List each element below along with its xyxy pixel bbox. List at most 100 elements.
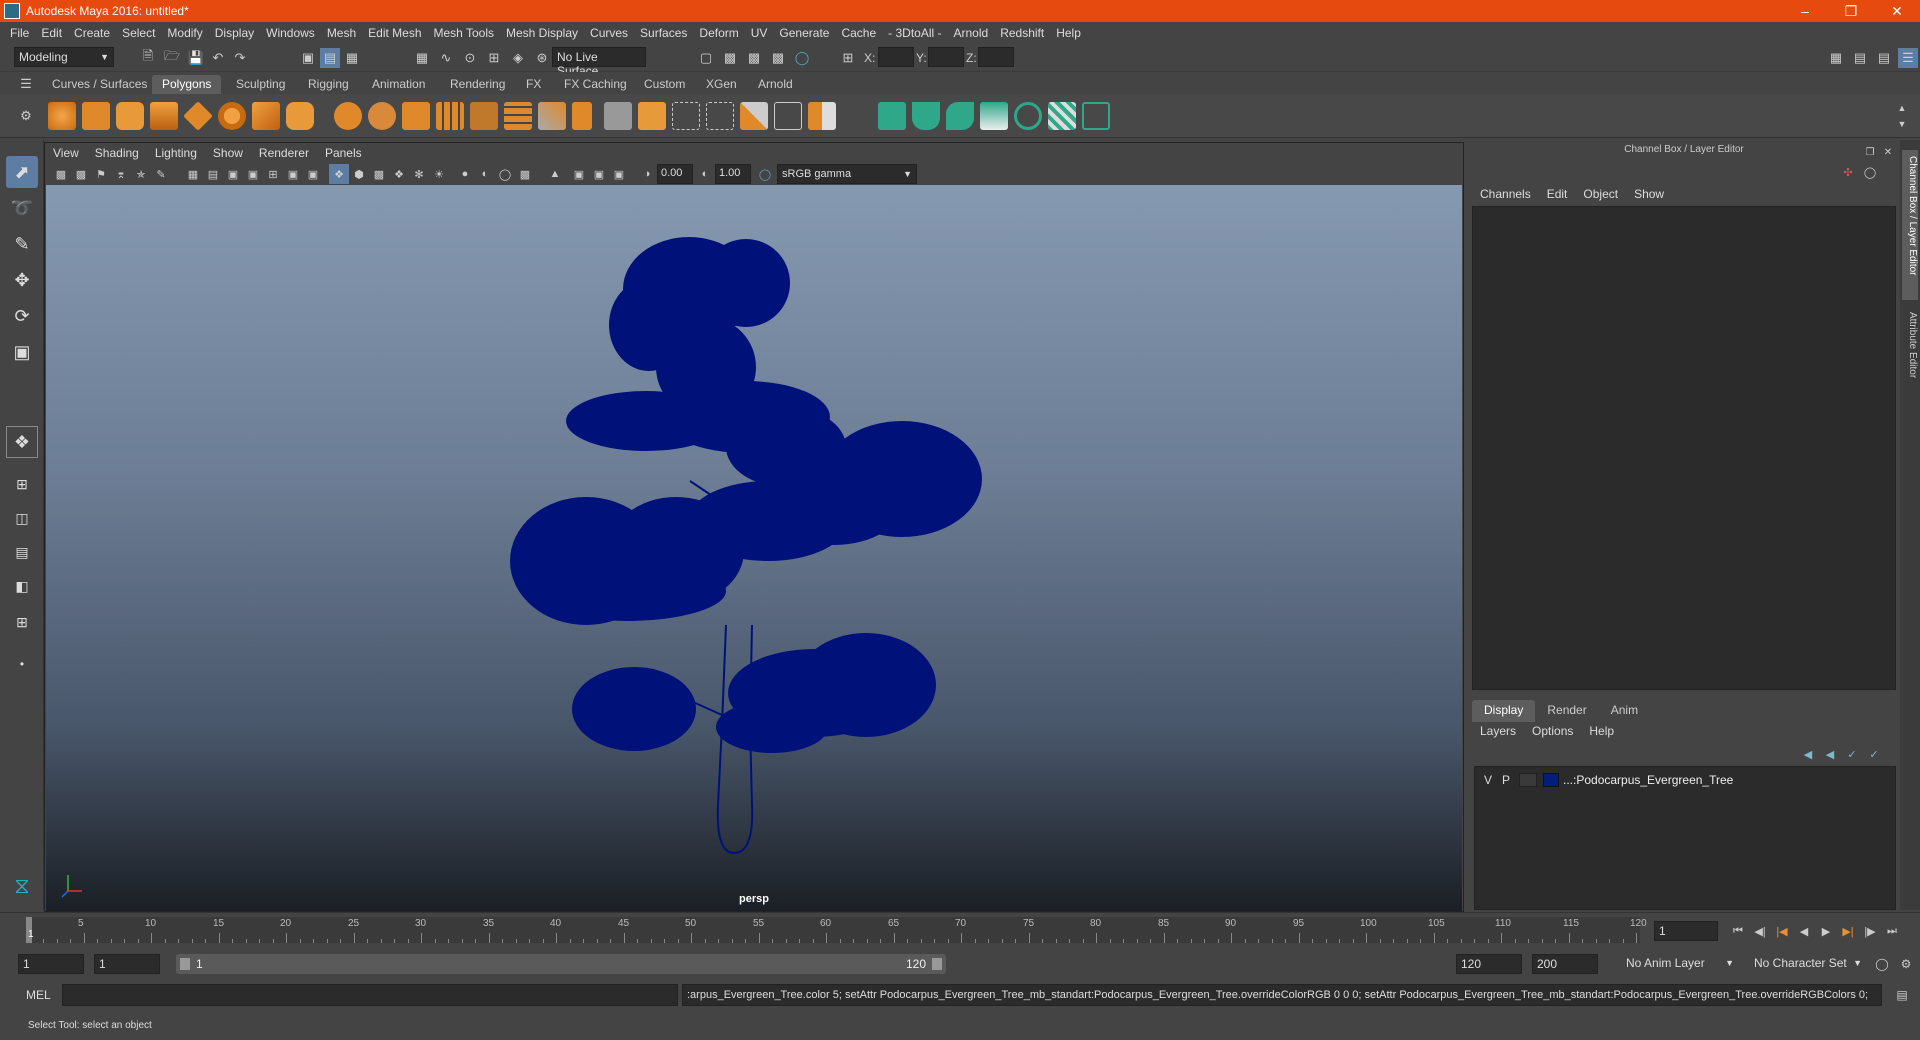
close-panel-icon[interactable]: ✕: [1878, 142, 1898, 162]
shelf-tab-polygons[interactable]: Polygons: [152, 75, 222, 94]
panel-menu-shading[interactable]: Shading: [95, 146, 139, 160]
gamma-field[interactable]: 1.00: [715, 164, 751, 184]
layer-menu-options[interactable]: Options: [1532, 724, 1573, 738]
multi-cut-icon[interactable]: [604, 102, 632, 130]
merge-icon[interactable]: [740, 102, 768, 130]
layer-menu-help[interactable]: Help: [1589, 724, 1614, 738]
poly-pyramid-icon[interactable]: [252, 102, 280, 130]
animation-start-field[interactable]: 1: [18, 954, 84, 974]
maximize-icon[interactable]: ❐: [1828, 0, 1874, 22]
layer-name[interactable]: ...:Podocarpus_Evergreen_Tree: [1563, 773, 1733, 787]
camera-attributes-icon[interactable]: ▩: [71, 164, 91, 184]
viewport-3d[interactable]: persp: [46, 185, 1462, 911]
snap-point-icon[interactable]: ⊙: [460, 48, 480, 68]
step-back-key-icon[interactable]: |◀: [1772, 921, 1792, 941]
cb-menu-channels[interactable]: Channels: [1480, 187, 1531, 201]
range-end-handle[interactable]: [932, 958, 942, 970]
hypershade-icon[interactable]: ◯: [792, 48, 812, 68]
step-forward-frame-icon[interactable]: |▶: [1860, 921, 1880, 941]
panel-menu-show[interactable]: Show: [213, 146, 243, 160]
hypershade-layout-icon[interactable]: ⊞: [6, 606, 38, 638]
play-backwards-icon[interactable]: ◀: [1794, 921, 1814, 941]
menu-mesh-tools[interactable]: Mesh Tools: [434, 26, 494, 40]
shelf-tab-animation[interactable]: Animation: [362, 75, 435, 94]
tool-settings-toggle-icon[interactable]: ▤: [1874, 48, 1894, 68]
uv-checker-icon[interactable]: [1048, 102, 1076, 130]
uv-automatic-icon[interactable]: [980, 102, 1008, 130]
xray-joints-icon[interactable]: ▣: [589, 164, 609, 184]
field-chart-icon[interactable]: ⊞: [263, 164, 283, 184]
film-gate-icon[interactable]: ▤: [203, 164, 223, 184]
shelf-tab-fx[interactable]: FX: [516, 75, 551, 94]
smooth-icon[interactable]: [436, 102, 464, 130]
poly-cylinder-icon[interactable]: [116, 102, 144, 130]
bookmark-icon[interactable]: ⚑: [91, 164, 111, 184]
camera-select-icon[interactable]: ▩: [51, 164, 71, 184]
shelf-tab-fx-caching[interactable]: FX Caching: [554, 75, 637, 94]
transform-input-icon[interactable]: ⊞: [838, 48, 858, 68]
menu-cache[interactable]: Cache: [841, 26, 876, 40]
textured-icon[interactable]: ❖: [389, 164, 409, 184]
poly-pipe-icon[interactable]: [286, 102, 314, 130]
panel-menu-panels[interactable]: Panels: [325, 146, 362, 160]
menu-generate[interactable]: Generate: [779, 26, 829, 40]
menu-windows[interactable]: Windows: [266, 26, 315, 40]
attribute-editor-toggle-icon[interactable]: ▤: [1850, 48, 1870, 68]
four-view-layout-icon[interactable]: ⊞: [6, 468, 38, 500]
open-scene-icon[interactable]: 🗁: [162, 48, 182, 68]
resolution-gate-icon[interactable]: ▣: [223, 164, 243, 184]
layer-color-swatch[interactable]: [1543, 773, 1559, 787]
menu-uv[interactable]: UV: [751, 26, 768, 40]
snap-vertex-icon[interactable]: ⊛: [532, 48, 552, 68]
2d-pan-zoom-icon[interactable]: ✯: [131, 164, 151, 184]
channel-box-area[interactable]: [1472, 206, 1896, 690]
layer-tab-anim[interactable]: Anim: [1599, 700, 1650, 722]
animation-preferences-icon[interactable]: ⚙: [1896, 954, 1916, 974]
snap-view-icon[interactable]: ⊞: [484, 48, 504, 68]
playback-start-field[interactable]: 1: [94, 954, 160, 974]
select-hierarchy-icon[interactable]: ▣: [298, 48, 318, 68]
menu-deform[interactable]: Deform: [699, 26, 738, 40]
menu-surfaces[interactable]: Surfaces: [640, 26, 687, 40]
menu-curves[interactable]: Curves: [590, 26, 628, 40]
grid-toggle-icon[interactable]: ▦: [183, 164, 203, 184]
separate-icon[interactable]: [368, 102, 396, 130]
y-input[interactable]: [928, 47, 964, 67]
select-object-icon[interactable]: ▤: [320, 48, 340, 68]
menu-set-dropdown[interactable]: Modeling ▼: [14, 47, 114, 67]
go-to-end-icon[interactable]: ⏭: [1882, 921, 1902, 941]
grease-pencil-icon[interactable]: ✎: [151, 164, 171, 184]
graph-editor-layout-icon[interactable]: ▤: [6, 536, 38, 568]
time-ruler[interactable]: 1 5 10 15 20 25 30 35 40 45 50 55 60 65 70 75 80 85 90 95 1…: [26, 917, 1647, 943]
rotate-tool-icon[interactable]: ⟳: [6, 300, 38, 332]
manipulator-icon[interactable]: ✣: [1838, 162, 1858, 182]
new-layer-selected-icon[interactable]: ✓: [1864, 744, 1884, 764]
wireframe-on-shaded-icon[interactable]: ▩: [369, 164, 389, 184]
poly-cube-icon[interactable]: [82, 102, 110, 130]
image-plane-icon[interactable]: ⌆: [111, 164, 131, 184]
command-input[interactable]: [62, 984, 678, 1006]
shelf-tab-xgen[interactable]: XGen: [696, 75, 747, 94]
undo-icon[interactable]: ↶: [208, 48, 228, 68]
uv-layout-icon[interactable]: [1082, 102, 1110, 130]
exposure-field[interactable]: 0.00: [657, 164, 693, 184]
layer-playback-toggle[interactable]: P: [1497, 773, 1515, 787]
move-tool-icon[interactable]: ✥: [6, 264, 38, 296]
shelf-scroll-down-icon[interactable]: ▼: [1892, 114, 1912, 134]
save-scene-icon[interactable]: 💾: [186, 48, 206, 68]
toolbox-expand-icon[interactable]: •: [6, 648, 38, 680]
minimize-icon[interactable]: –: [1782, 0, 1828, 22]
render-settings-icon[interactable]: ▩: [768, 48, 788, 68]
uv-planar-icon[interactable]: [912, 102, 940, 130]
poly-torus-icon[interactable]: [218, 102, 246, 130]
range-start-handle[interactable]: [180, 958, 190, 970]
render-view-icon[interactable]: ▢: [696, 48, 716, 68]
panel-menu-view[interactable]: View: [53, 146, 79, 160]
cb-menu-show[interactable]: Show: [1634, 187, 1664, 201]
speed-icon[interactable]: ◯: [1860, 162, 1880, 182]
snap-surface-icon[interactable]: ◈: [508, 48, 528, 68]
poly-sphere-icon[interactable]: [48, 102, 76, 130]
offset-edge-loop-icon[interactable]: [672, 102, 700, 130]
shelf-tab-rendering[interactable]: Rendering: [440, 75, 515, 94]
xray-components-icon[interactable]: ▣: [609, 164, 629, 184]
